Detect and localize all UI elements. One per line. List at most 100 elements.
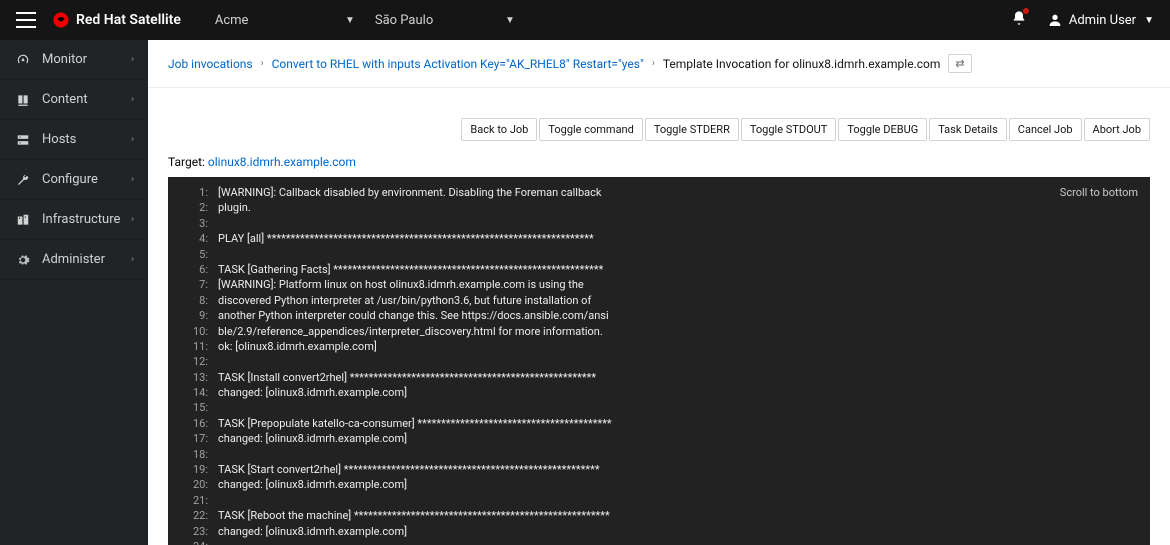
abort-job-button[interactable]: Abort Job <box>1084 118 1150 141</box>
task-details-button[interactable]: Task Details <box>929 118 1007 141</box>
breadcrumb-link-jobs[interactable]: Job invocations <box>168 57 253 71</box>
toggle-debug-button[interactable]: Toggle DEBUG <box>838 118 927 141</box>
line-text: ok: [olinux8.idmrh.example.com] <box>218 339 377 354</box>
line-number: 11: <box>180 339 208 354</box>
line-number: 18: <box>180 447 208 462</box>
building-icon <box>14 213 32 227</box>
sidebar-item-label: Hosts <box>42 132 131 147</box>
breadcrumb: Job invocations › Convert to RHEL with i… <box>148 40 1170 88</box>
notifications-button[interactable] <box>1011 10 1027 30</box>
breadcrumb-link-job[interactable]: Convert to RHEL with inputs Activation K… <box>272 57 644 71</box>
line-text: TASK [Install convert2rhel] ************… <box>218 370 596 385</box>
line-number: 6: <box>180 262 208 277</box>
chevron-right-icon: › <box>131 214 134 225</box>
location-label: São Paulo <box>375 13 433 28</box>
product-logo[interactable]: Red Hat Satellite <box>52 11 181 29</box>
line-number: 20: <box>180 477 208 492</box>
sidebar-item-content[interactable]: Content › <box>0 80 148 120</box>
caret-down-icon: ▼ <box>345 15 355 26</box>
scroll-to-bottom-link[interactable]: Scroll to bottom <box>1060 185 1138 200</box>
line-text: changed: [olinux8.idmrh.example.com] <box>218 385 407 400</box>
line-number: 23: <box>180 524 208 539</box>
org-selector[interactable]: Acme ▼ <box>205 13 365 28</box>
line-number: 15: <box>180 400 208 415</box>
sidebar: Monitor › Content › Hosts › Configure › … <box>0 40 148 545</box>
org-label: Acme <box>215 13 249 28</box>
line-number: 2: <box>180 200 208 215</box>
line-text: TASK [Reboot the machine] **************… <box>218 508 610 523</box>
console-line: 11: ok: [olinux8.idmrh.example.com] <box>168 339 1150 354</box>
book-icon <box>14 93 32 107</box>
breadcrumb-switcher-button[interactable]: ⇄ <box>948 54 971 73</box>
sidebar-item-hosts[interactable]: Hosts › <box>0 120 148 160</box>
line-number: 5: <box>180 247 208 262</box>
console-line: 6:TASK [Gathering Facts] ***************… <box>168 262 1150 277</box>
line-text: discovered Python interpreter at /usr/bi… <box>218 293 591 308</box>
target-label: Target: <box>168 155 208 169</box>
sidebar-item-infrastructure[interactable]: Infrastructure › <box>0 200 148 240</box>
toggle-command-button[interactable]: Toggle command <box>539 118 642 141</box>
cancel-job-button[interactable]: Cancel Job <box>1009 118 1082 141</box>
line-number: 10: <box>180 324 208 339</box>
console-line: 21: <box>168 493 1150 508</box>
user-name: Admin User <box>1069 13 1136 28</box>
line-text: TASK [Prepopulate katello-ca-consumer] *… <box>218 416 612 431</box>
console-line: 15: <box>168 400 1150 415</box>
back-to-job-button[interactable]: Back to Job <box>461 118 537 141</box>
line-number: 1: <box>180 185 208 200</box>
console-output: Scroll to bottom 1: [WARNING]: Callback d… <box>168 177 1150 545</box>
line-text: plugin. <box>218 200 251 215</box>
line-text: changed: [olinux8.idmrh.example.com] <box>218 477 407 492</box>
breadcrumb-current: Template Invocation for olinux8.idmrh.ex… <box>663 57 941 71</box>
line-text: another Python interpreter could change … <box>218 308 609 323</box>
sidebar-item-label: Configure <box>42 172 131 187</box>
server-icon <box>14 133 32 147</box>
hamburger-menu-icon[interactable] <box>16 10 36 30</box>
toggle-stdout-button[interactable]: Toggle STDOUT <box>741 118 836 141</box>
sidebar-item-monitor[interactable]: Monitor › <box>0 40 148 80</box>
line-text: changed: [olinux8.idmrh.example.com] <box>218 524 407 539</box>
sidebar-item-administer[interactable]: Administer › <box>0 240 148 280</box>
line-number: 9: <box>180 308 208 323</box>
line-number: 17: <box>180 431 208 446</box>
gear-icon <box>14 253 32 267</box>
console-line: 16:TASK [Prepopulate katello-ca-consumer… <box>168 416 1150 431</box>
toggle-stderr-button[interactable]: Toggle STDERR <box>645 118 739 141</box>
line-number: 7: <box>180 277 208 292</box>
line-text: changed: [olinux8.idmrh.example.com] <box>218 431 407 446</box>
sidebar-item-configure[interactable]: Configure › <box>0 160 148 200</box>
main-content: Job invocations › Convert to RHEL with i… <box>148 40 1170 545</box>
target-host-link[interactable]: olinux8.idmrh.example.com <box>208 155 356 169</box>
line-text: PLAY [all] *****************************… <box>218 231 594 246</box>
location-selector[interactable]: São Paulo ▼ <box>365 13 525 28</box>
line-text: [WARNING]: Callback disabled by environm… <box>218 185 601 200</box>
caret-down-icon: ▼ <box>505 15 515 26</box>
chevron-right-icon: › <box>131 134 134 145</box>
sidebar-item-label: Monitor <box>42 52 131 67</box>
console-line: 22: TASK [Reboot the machine] ***********… <box>168 508 1150 523</box>
console-line: 13: TASK [Install convert2rhel] *********… <box>168 370 1150 385</box>
wrench-icon <box>14 173 32 187</box>
redhat-icon <box>52 11 70 29</box>
console-line: 17: changed: [olinux8.idmrh.example.com] <box>168 431 1150 446</box>
console-line: 14:changed: [olinux8.idmrh.example.com] <box>168 385 1150 400</box>
caret-down-icon: ▼ <box>1144 15 1154 26</box>
console-line: 20: changed: [olinux8.idmrh.example.com] <box>168 477 1150 492</box>
line-text: TASK [Start convert2rhel] **************… <box>218 462 600 477</box>
line-number: 24: <box>180 539 208 545</box>
line-number: 22: <box>180 508 208 523</box>
line-number: 13: <box>180 370 208 385</box>
console-line: 18: <box>168 447 1150 462</box>
chevron-right-icon: › <box>131 94 134 105</box>
sidebar-item-label: Administer <box>42 252 131 267</box>
line-text: ble/2.9/reference_appendices/interpreter… <box>218 324 603 339</box>
console-line: 4:PLAY [all] ***************************… <box>168 231 1150 246</box>
console-line: 12: <box>168 354 1150 369</box>
console-line: 19:TASK [Start convert2rhel] ***********… <box>168 462 1150 477</box>
sidebar-item-label: Content <box>42 92 131 107</box>
user-icon <box>1047 12 1063 28</box>
console-line: 3: <box>168 216 1150 231</box>
sidebar-item-label: Infrastructure <box>42 212 131 227</box>
user-menu[interactable]: Admin User ▼ <box>1047 12 1154 28</box>
line-number: 12: <box>180 354 208 369</box>
